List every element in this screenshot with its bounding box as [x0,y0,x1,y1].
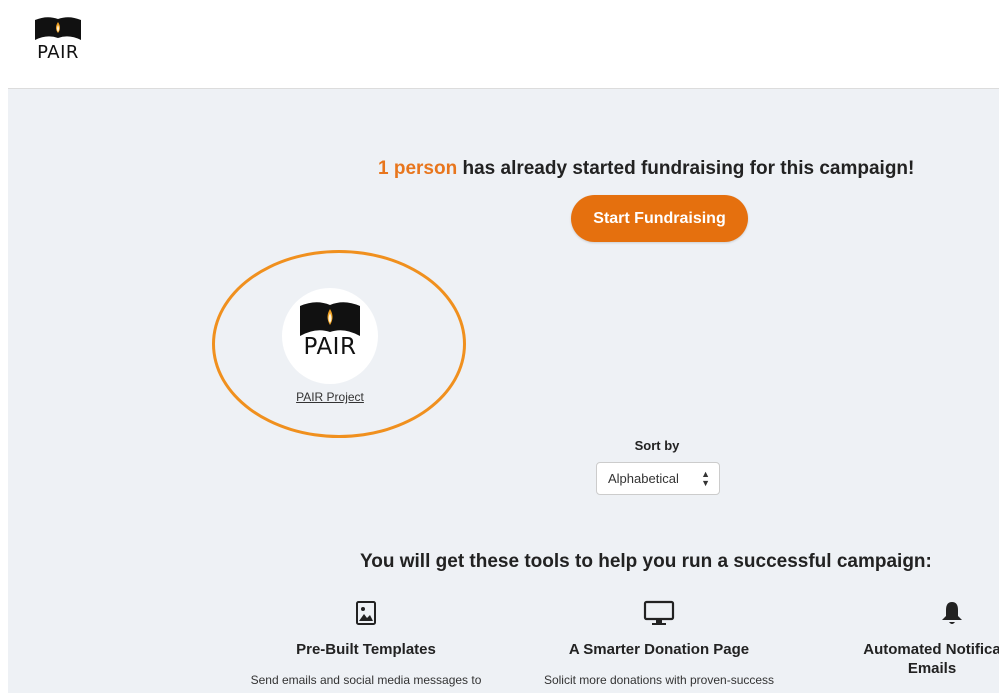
tool-automated-notifications: Automated Notifica Emails [842,600,999,678]
monitor-icon [643,600,675,625]
headline-text: has already started fundraising for this… [457,158,915,179]
pair-logo[interactable]: PAIR [33,14,83,64]
fundraiser-name-link[interactable]: PAIR Project [270,390,390,404]
tool-title: Pre-Built Templates [296,641,436,658]
tools-heading: You will get these tools to help you run… [360,551,932,572]
logo-text: PAIR [37,42,79,63]
sort-select[interactable]: Alphabetical ▲ ▼ [596,462,720,495]
sort-selected-value: Alphabetical [608,471,679,486]
fundraisers-headline: 1 person has already started fundraising… [0,158,999,180]
avatar-text: PAIR [303,334,357,360]
logo-mark-icon [35,17,81,40]
tool-description: Send emails and social media messages to [250,673,482,687]
select-arrows-icon: ▲ ▼ [701,469,710,488]
image-file-icon [356,601,376,625]
tool-title: A Smarter Donation Page [568,641,750,658]
fundraiser-avatar[interactable]: PAIR [282,288,378,384]
start-fundraising-button[interactable]: Start Fundraising [571,195,748,242]
sort-label: Sort by [634,438,680,453]
tool-smarter-donation-page: A Smarter Donation Page Solicit more don… [518,600,800,687]
site-header: PAIR [0,0,999,88]
tool-pre-built-templates: Pre-Built Templates Send emails and soci… [230,600,502,687]
avatar-logo-icon [300,302,360,336]
tool-title: Automated Notifica Emails [863,641,999,677]
fundraiser-count: 1 person [378,158,458,179]
tool-description: Solicit more donations with proven-succe… [543,673,775,687]
bell-icon [942,602,962,624]
